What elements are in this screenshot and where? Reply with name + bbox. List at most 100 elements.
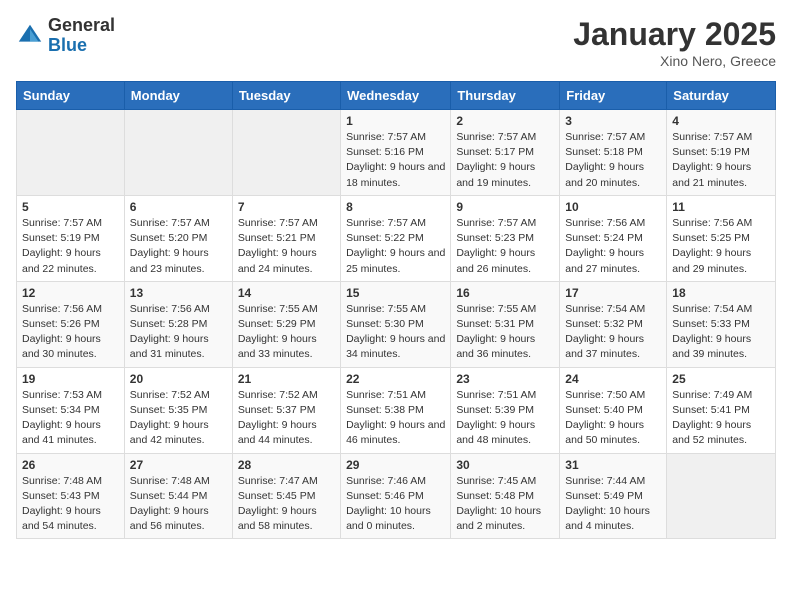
weekday-header-wednesday: Wednesday (341, 82, 451, 110)
logo-general: General (48, 16, 115, 36)
daylight-text: Daylight: 10 hours and 2 minutes. (456, 505, 541, 532)
sunrise-text: Sunrise: 7:57 AM (672, 131, 752, 143)
sunset-text: Sunset: 5:19 PM (22, 232, 100, 244)
day-number: 28 (238, 458, 335, 472)
day-info: Sunrise: 7:57 AM Sunset: 5:22 PM Dayligh… (346, 216, 445, 277)
sunrise-text: Sunrise: 7:57 AM (346, 131, 426, 143)
day-number: 14 (238, 286, 335, 300)
daylight-text: Daylight: 10 hours and 0 minutes. (346, 505, 431, 532)
calendar-cell (124, 110, 232, 196)
day-number: 30 (456, 458, 554, 472)
sunset-text: Sunset: 5:20 PM (130, 232, 208, 244)
weekday-header-row: SundayMondayTuesdayWednesdayThursdayFrid… (17, 82, 776, 110)
calendar-cell: 30 Sunrise: 7:45 AM Sunset: 5:48 PM Dayl… (451, 453, 560, 539)
day-number: 9 (456, 200, 554, 214)
sunrise-text: Sunrise: 7:50 AM (565, 389, 645, 401)
sunset-text: Sunset: 5:26 PM (22, 318, 100, 330)
day-number: 26 (22, 458, 119, 472)
sunrise-text: Sunrise: 7:48 AM (22, 475, 102, 487)
day-number: 29 (346, 458, 445, 472)
sunrise-text: Sunrise: 7:56 AM (672, 217, 752, 229)
sunset-text: Sunset: 5:43 PM (22, 490, 100, 502)
daylight-text: Daylight: 9 hours and 41 minutes. (22, 419, 101, 446)
calendar-cell: 11 Sunrise: 7:56 AM Sunset: 5:25 PM Dayl… (667, 195, 776, 281)
day-info: Sunrise: 7:45 AM Sunset: 5:48 PM Dayligh… (456, 474, 554, 535)
day-info: Sunrise: 7:57 AM Sunset: 5:18 PM Dayligh… (565, 130, 661, 191)
calendar-cell: 21 Sunrise: 7:52 AM Sunset: 5:37 PM Dayl… (232, 367, 340, 453)
calendar-cell: 18 Sunrise: 7:54 AM Sunset: 5:33 PM Dayl… (667, 281, 776, 367)
sunrise-text: Sunrise: 7:52 AM (238, 389, 318, 401)
sunrise-text: Sunrise: 7:45 AM (456, 475, 536, 487)
weekday-header-tuesday: Tuesday (232, 82, 340, 110)
sunrise-text: Sunrise: 7:57 AM (565, 131, 645, 143)
day-number: 11 (672, 200, 770, 214)
day-info: Sunrise: 7:57 AM Sunset: 5:20 PM Dayligh… (130, 216, 227, 277)
day-number: 27 (130, 458, 227, 472)
sunrise-text: Sunrise: 7:55 AM (238, 303, 318, 315)
weekday-header-thursday: Thursday (451, 82, 560, 110)
sunrise-text: Sunrise: 7:52 AM (130, 389, 210, 401)
day-number: 18 (672, 286, 770, 300)
day-number: 25 (672, 372, 770, 386)
daylight-text: Daylight: 9 hours and 27 minutes. (565, 247, 644, 274)
day-number: 3 (565, 114, 661, 128)
sunset-text: Sunset: 5:41 PM (672, 404, 750, 416)
day-number: 12 (22, 286, 119, 300)
calendar-cell: 19 Sunrise: 7:53 AM Sunset: 5:34 PM Dayl… (17, 367, 125, 453)
weekday-header-friday: Friday (560, 82, 667, 110)
daylight-text: Daylight: 9 hours and 36 minutes. (456, 333, 535, 360)
sunset-text: Sunset: 5:25 PM (672, 232, 750, 244)
daylight-text: Daylight: 9 hours and 46 minutes. (346, 419, 445, 446)
sunrise-text: Sunrise: 7:54 AM (672, 303, 752, 315)
daylight-text: Daylight: 9 hours and 58 minutes. (238, 505, 317, 532)
calendar-cell: 20 Sunrise: 7:52 AM Sunset: 5:35 PM Dayl… (124, 367, 232, 453)
sunrise-text: Sunrise: 7:53 AM (22, 389, 102, 401)
month-title: January 2025 (573, 16, 776, 53)
logo-blue: Blue (48, 36, 115, 56)
calendar-cell: 22 Sunrise: 7:51 AM Sunset: 5:38 PM Dayl… (341, 367, 451, 453)
day-info: Sunrise: 7:56 AM Sunset: 5:26 PM Dayligh… (22, 302, 119, 363)
day-number: 31 (565, 458, 661, 472)
day-number: 22 (346, 372, 445, 386)
sunset-text: Sunset: 5:28 PM (130, 318, 208, 330)
calendar-cell: 16 Sunrise: 7:55 AM Sunset: 5:31 PM Dayl… (451, 281, 560, 367)
daylight-text: Daylight: 9 hours and 25 minutes. (346, 247, 445, 274)
sunset-text: Sunset: 5:30 PM (346, 318, 424, 330)
day-number: 16 (456, 286, 554, 300)
sunset-text: Sunset: 5:24 PM (565, 232, 643, 244)
calendar-cell: 10 Sunrise: 7:56 AM Sunset: 5:24 PM Dayl… (560, 195, 667, 281)
day-number: 20 (130, 372, 227, 386)
calendar-cell: 2 Sunrise: 7:57 AM Sunset: 5:17 PM Dayli… (451, 110, 560, 196)
calendar-cell: 28 Sunrise: 7:47 AM Sunset: 5:45 PM Dayl… (232, 453, 340, 539)
calendar-cell: 1 Sunrise: 7:57 AM Sunset: 5:16 PM Dayli… (341, 110, 451, 196)
day-info: Sunrise: 7:53 AM Sunset: 5:34 PM Dayligh… (22, 388, 119, 449)
day-info: Sunrise: 7:50 AM Sunset: 5:40 PM Dayligh… (565, 388, 661, 449)
day-info: Sunrise: 7:54 AM Sunset: 5:32 PM Dayligh… (565, 302, 661, 363)
sunrise-text: Sunrise: 7:57 AM (456, 131, 536, 143)
week-row-1: 1 Sunrise: 7:57 AM Sunset: 5:16 PM Dayli… (17, 110, 776, 196)
page-header: General Blue January 2025 Xino Nero, Gre… (16, 16, 776, 69)
calendar-cell (17, 110, 125, 196)
sunrise-text: Sunrise: 7:55 AM (346, 303, 426, 315)
weekday-header-sunday: Sunday (17, 82, 125, 110)
day-info: Sunrise: 7:57 AM Sunset: 5:21 PM Dayligh… (238, 216, 335, 277)
day-info: Sunrise: 7:57 AM Sunset: 5:19 PM Dayligh… (672, 130, 770, 191)
calendar-cell: 12 Sunrise: 7:56 AM Sunset: 5:26 PM Dayl… (17, 281, 125, 367)
title-block: January 2025 Xino Nero, Greece (573, 16, 776, 69)
calendar-cell: 24 Sunrise: 7:50 AM Sunset: 5:40 PM Dayl… (560, 367, 667, 453)
calendar-cell: 31 Sunrise: 7:44 AM Sunset: 5:49 PM Dayl… (560, 453, 667, 539)
calendar-cell: 23 Sunrise: 7:51 AM Sunset: 5:39 PM Dayl… (451, 367, 560, 453)
calendar-cell: 15 Sunrise: 7:55 AM Sunset: 5:30 PM Dayl… (341, 281, 451, 367)
daylight-text: Daylight: 9 hours and 56 minutes. (130, 505, 209, 532)
day-info: Sunrise: 7:56 AM Sunset: 5:28 PM Dayligh… (130, 302, 227, 363)
daylight-text: Daylight: 9 hours and 31 minutes. (130, 333, 209, 360)
sunrise-text: Sunrise: 7:56 AM (22, 303, 102, 315)
sunset-text: Sunset: 5:40 PM (565, 404, 643, 416)
sunset-text: Sunset: 5:23 PM (456, 232, 534, 244)
day-info: Sunrise: 7:54 AM Sunset: 5:33 PM Dayligh… (672, 302, 770, 363)
day-number: 2 (456, 114, 554, 128)
day-number: 5 (22, 200, 119, 214)
day-number: 4 (672, 114, 770, 128)
calendar-cell: 8 Sunrise: 7:57 AM Sunset: 5:22 PM Dayli… (341, 195, 451, 281)
sunset-text: Sunset: 5:38 PM (346, 404, 424, 416)
